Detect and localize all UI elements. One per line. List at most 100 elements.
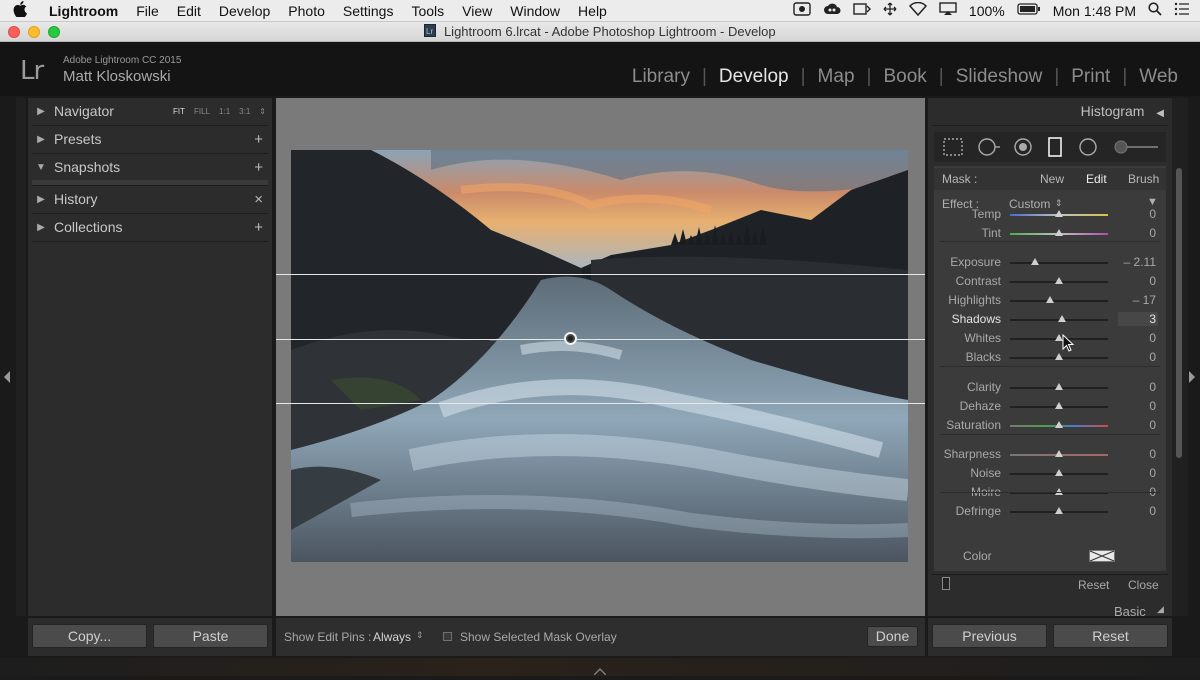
menu-photo[interactable]: Photo	[279, 0, 334, 22]
temp-value[interactable]: 0	[1116, 207, 1156, 221]
mask-brush-button[interactable]: Brush	[1128, 172, 1159, 186]
graduated-filter-icon[interactable]	[1047, 136, 1063, 163]
photo-preview[interactable]	[291, 150, 908, 562]
edit-pin[interactable]	[564, 332, 577, 345]
temp-slider-thumb[interactable]	[1055, 210, 1063, 217]
zoom-stepper-icon[interactable]: ⇕	[259, 107, 266, 116]
zoom-fill[interactable]: FILL	[194, 107, 210, 116]
add-collection-icon[interactable]: +	[254, 219, 263, 236]
navigator-panel-header[interactable]: ▶ Navigator FIT FILL 1:1 3:1 ⇕	[28, 98, 272, 124]
menu-file[interactable]: File	[127, 0, 168, 22]
image-canvas[interactable]	[276, 98, 925, 616]
dehaze-slider-thumb[interactable]	[1055, 402, 1063, 409]
saturation-slider-thumb[interactable]	[1055, 421, 1063, 428]
creative-cloud-icon[interactable]	[823, 2, 841, 19]
noise-slider-thumb[interactable]	[1055, 469, 1063, 476]
left-panel-toggle-arrow[interactable]	[4, 371, 10, 383]
close-mask-button[interactable]: Close	[1128, 578, 1159, 592]
defringe-value[interactable]: 0	[1116, 504, 1156, 518]
crop-overlay-icon[interactable]	[942, 137, 964, 162]
snapshots-panel-header[interactable]: ▼ Snapshots +	[28, 154, 272, 180]
highlights-slider-track[interactable]	[1010, 300, 1108, 302]
graduated-filter-center-line[interactable]	[276, 339, 925, 340]
show-edit-pins-select[interactable]: Always	[373, 630, 411, 644]
menu-settings[interactable]: Settings	[334, 0, 403, 22]
menu-develop[interactable]: Develop	[210, 0, 279, 22]
mask-edit-button[interactable]: Edit	[1086, 172, 1107, 186]
highlights-slider-thumb[interactable]	[1046, 296, 1055, 303]
scrollbar-thumb[interactable]	[1176, 168, 1182, 458]
copy-settings-button[interactable]: Copy...	[32, 624, 147, 648]
blacks-value[interactable]: 0	[1116, 350, 1156, 364]
add-snapshot-icon[interactable]: +	[254, 159, 263, 176]
zoom-fit[interactable]: FIT	[173, 107, 185, 116]
zoom-window-button[interactable]	[48, 26, 60, 38]
whites-value[interactable]: 0	[1116, 331, 1156, 345]
red-eye-correction-icon[interactable]	[1012, 136, 1034, 163]
menu-view[interactable]: View	[453, 0, 501, 22]
close-window-button[interactable]	[8, 26, 20, 38]
tint-value[interactable]: 0	[1116, 226, 1156, 240]
bluetooth-display-icon[interactable]	[853, 2, 871, 19]
collections-panel-header[interactable]: ▶ Collections +	[28, 214, 272, 240]
spotlight-search-icon[interactable]	[1148, 2, 1162, 19]
add-preset-icon[interactable]: +	[254, 131, 263, 148]
highlights-value[interactable]: – 17	[1116, 293, 1156, 307]
menu-tools[interactable]: Tools	[402, 0, 453, 22]
apple-menu-icon[interactable]	[0, 0, 40, 21]
radial-filter-icon[interactable]	[1077, 136, 1099, 163]
zoom-3-1[interactable]: 3:1	[239, 107, 250, 116]
module-develop[interactable]: Develop	[707, 66, 801, 88]
exposure-value[interactable]: – 2.11	[1116, 255, 1156, 269]
filmstrip-toggle-icon[interactable]	[593, 662, 607, 676]
clarity-value[interactable]: 0	[1116, 380, 1156, 394]
notification-center-icon[interactable]	[1174, 2, 1190, 19]
clarity-slider-thumb[interactable]	[1055, 383, 1063, 390]
zoom-1-1[interactable]: 1:1	[219, 107, 230, 116]
clock[interactable]: Mon 1:48 PM	[1053, 3, 1136, 19]
mask-new-button[interactable]: New	[1040, 172, 1064, 186]
module-print[interactable]: Print	[1059, 66, 1122, 88]
clear-history-icon[interactable]: ×	[254, 191, 263, 208]
color-swatch[interactable]	[1089, 549, 1115, 567]
app-menu[interactable]: Lightroom	[40, 0, 127, 22]
adjustment-brush-icon[interactable]	[1112, 138, 1160, 161]
menu-edit[interactable]: Edit	[168, 0, 210, 22]
module-book[interactable]: Book	[871, 66, 938, 88]
tint-slider-thumb[interactable]	[1055, 229, 1063, 236]
shadows-value[interactable]: 3	[1118, 312, 1158, 326]
toggle-effect-switch[interactable]	[942, 577, 950, 590]
history-panel-header[interactable]: ▶ History ×	[28, 186, 272, 212]
module-slideshow[interactable]: Slideshow	[944, 66, 1055, 88]
graduated-filter-bottom-line[interactable]	[276, 403, 925, 404]
minimize-window-button[interactable]	[28, 26, 40, 38]
contrast-value[interactable]: 0	[1116, 274, 1156, 288]
module-library[interactable]: Library	[620, 66, 702, 88]
basic-panel-header[interactable]: Basic ◢	[932, 601, 1168, 619]
reset-all-button[interactable]: Reset	[1053, 624, 1168, 648]
presets-panel-header[interactable]: ▶ Presets +	[28, 126, 272, 152]
saturation-value[interactable]: 0	[1116, 418, 1156, 432]
select-stepper-icon[interactable]: ⇕	[416, 630, 424, 641]
histogram-panel-header[interactable]: Histogram ◀	[1081, 103, 1164, 119]
done-button[interactable]: Done	[867, 626, 918, 647]
menu-window[interactable]: Window	[501, 0, 569, 22]
show-mask-overlay-checkbox[interactable]	[443, 632, 452, 641]
noise-value[interactable]: 0	[1116, 466, 1156, 480]
exposure-slider-track[interactable]	[1010, 262, 1108, 264]
shadows-slider-thumb[interactable]	[1057, 315, 1066, 322]
right-panel-toggle-arrow[interactable]	[1189, 371, 1195, 383]
module-web[interactable]: Web	[1127, 66, 1190, 88]
sharpness-value[interactable]: 0	[1116, 447, 1156, 461]
move-arrows-icon[interactable]	[883, 2, 897, 19]
wifi-icon[interactable]	[908, 1, 927, 19]
menu-help[interactable]: Help	[569, 0, 616, 22]
screen-record-icon[interactable]	[793, 2, 811, 19]
graduated-filter-top-line[interactable]	[276, 274, 925, 275]
reset-mask-button[interactable]: Reset	[1078, 578, 1109, 592]
previous-button[interactable]: Previous	[932, 624, 1047, 648]
right-panel-scrollbar[interactable]	[1172, 98, 1188, 616]
battery-icon[interactable]	[1017, 3, 1041, 18]
defringe-slider-thumb[interactable]	[1055, 507, 1063, 514]
contrast-slider-thumb[interactable]	[1055, 277, 1063, 284]
